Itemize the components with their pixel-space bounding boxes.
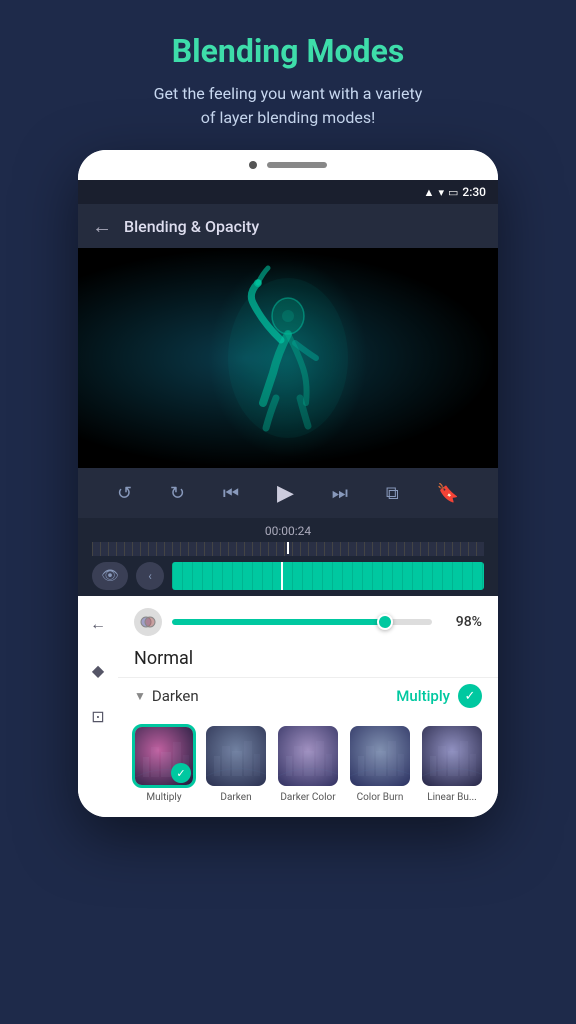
blend-option-linear-bu...[interactable]: Linear Bu... [420,724,484,803]
phone-camera [249,161,257,169]
timeline-ticks[interactable] [92,542,484,556]
undo-button[interactable]: ↺ [117,483,132,504]
skip-start-button[interactable]: ⏮ [223,483,239,504]
phone-speaker [267,162,327,168]
blend-thumbnail-1 [204,724,268,788]
opacity-value: 98% [442,614,482,630]
skip-end-button[interactable]: ⏭ [332,483,348,504]
blend-option-color-burn[interactable]: Color Burn [348,724,412,803]
opacity-slider[interactable] [172,619,432,625]
blend-options-row: ✓ Multiply Darken Darker Color Color Burn [118,714,498,817]
phone-top-bar [78,150,498,180]
app-bar-title: Blending & Opacity [124,217,259,236]
eye-button[interactable]: 👁 [92,562,128,590]
status-bar: ▲ ▾ ▭ 2:30 [78,180,498,204]
blend-mode-icon [134,608,162,636]
category-name: Darken [152,687,199,705]
status-icons: ▲ ▾ ▭ 2:30 [424,185,486,199]
play-button[interactable]: ▶ [277,481,294,506]
blend-check-mark: ✓ [171,763,191,783]
check-mark: ✓ [465,689,476,704]
blend-option-label-4: Linear Bu... [427,792,477,803]
left-arrow-icon: ‹ [148,569,152,583]
left-sidebar: ← ◆ ⊡ [78,596,118,817]
blend-option-darker-color[interactable]: Darker Color [276,724,340,803]
video-background [78,248,498,468]
blend-option-label-2: Darker Color [280,792,335,803]
blend-option-label-3: Color Burn [357,792,404,803]
phone-screen: ▲ ▾ ▭ 2:30 ← Blending & Opacity [78,180,498,817]
playhead [287,542,289,554]
sidebar-crop-button[interactable]: ⊡ [82,700,114,732]
blend-mode-current: Normal [118,644,498,677]
page-subtitle: Get the feeling you want with a varietyo… [154,82,423,130]
page-title: Blending Modes [154,32,423,70]
active-mode-group: Multiply ✓ [396,684,482,708]
category-arrow-icon: ▼ [134,689,146,703]
clip-inner [172,562,484,590]
eye-icon: 👁 [101,568,119,584]
dancer-svg [208,258,368,458]
app-bar: ← Blending & Opacity [78,204,498,248]
opacity-thumb[interactable] [377,614,393,630]
loop-button[interactable]: ⧉ [386,483,399,504]
wifi-icon: ▾ [438,186,444,199]
playback-controls: ↺ ↻ ⏮ ▶ ⏭ ⧉ 🔖 [78,468,498,518]
blend-option-darken[interactable]: Darken [204,724,268,803]
thumb-overlay-3 [350,726,410,786]
opacity-track [172,619,432,625]
signal-icon: ▲ [424,186,435,199]
timeline-area: 00:00:24 👁 ‹ [78,518,498,596]
blend-option-label-1: Darken [220,792,251,803]
sidebar-diamond-button[interactable]: ◆ [82,654,114,686]
blend-thumbnail-3 [348,724,412,788]
check-icon: ✓ [458,684,482,708]
blend-option-multiply[interactable]: ✓ Multiply [132,724,196,803]
layer-playhead [281,562,283,590]
phone-device: ▲ ▾ ▭ 2:30 ← Blending & Opacity [78,150,498,817]
blend-category-row: ▼ Darken Multiply ✓ [118,677,498,714]
thumb-overlay-2 [278,726,338,786]
main-panel: 98% Normal ▼ Darken Multiply ✓ [118,596,498,817]
blend-option-label-0: Multiply [146,792,181,803]
page-header: Blending Modes Get the feeling you want … [114,0,463,150]
back-button[interactable]: ← [92,214,112,239]
blend-thumbnail-0: ✓ [132,724,196,788]
battery-icon: ▭ [448,186,458,199]
video-preview [78,248,498,468]
sidebar-back-button[interactable]: ← [82,608,114,640]
thumb-overlay-4 [422,726,482,786]
active-mode-name: Multiply [396,687,450,705]
time-label: 00:00:24 [78,524,498,538]
blend-icon-svg [140,614,156,630]
redo-button[interactable]: ↻ [170,483,185,504]
opacity-section: 98% [118,596,498,644]
bookmark-button[interactable]: 🔖 [437,483,459,504]
layer-clip[interactable] [172,562,484,590]
blend-thumbnail-2 [276,724,340,788]
category-label: ▼ Darken [134,687,199,705]
thumb-overlay-1 [206,726,266,786]
layer-nav-arrow[interactable]: ‹ [136,562,164,590]
blend-thumbnail-4 [420,724,484,788]
layer-row: 👁 ‹ [78,556,498,596]
bottom-section: ← ◆ ⊡ [78,596,498,817]
status-time: 2:30 [462,185,486,199]
